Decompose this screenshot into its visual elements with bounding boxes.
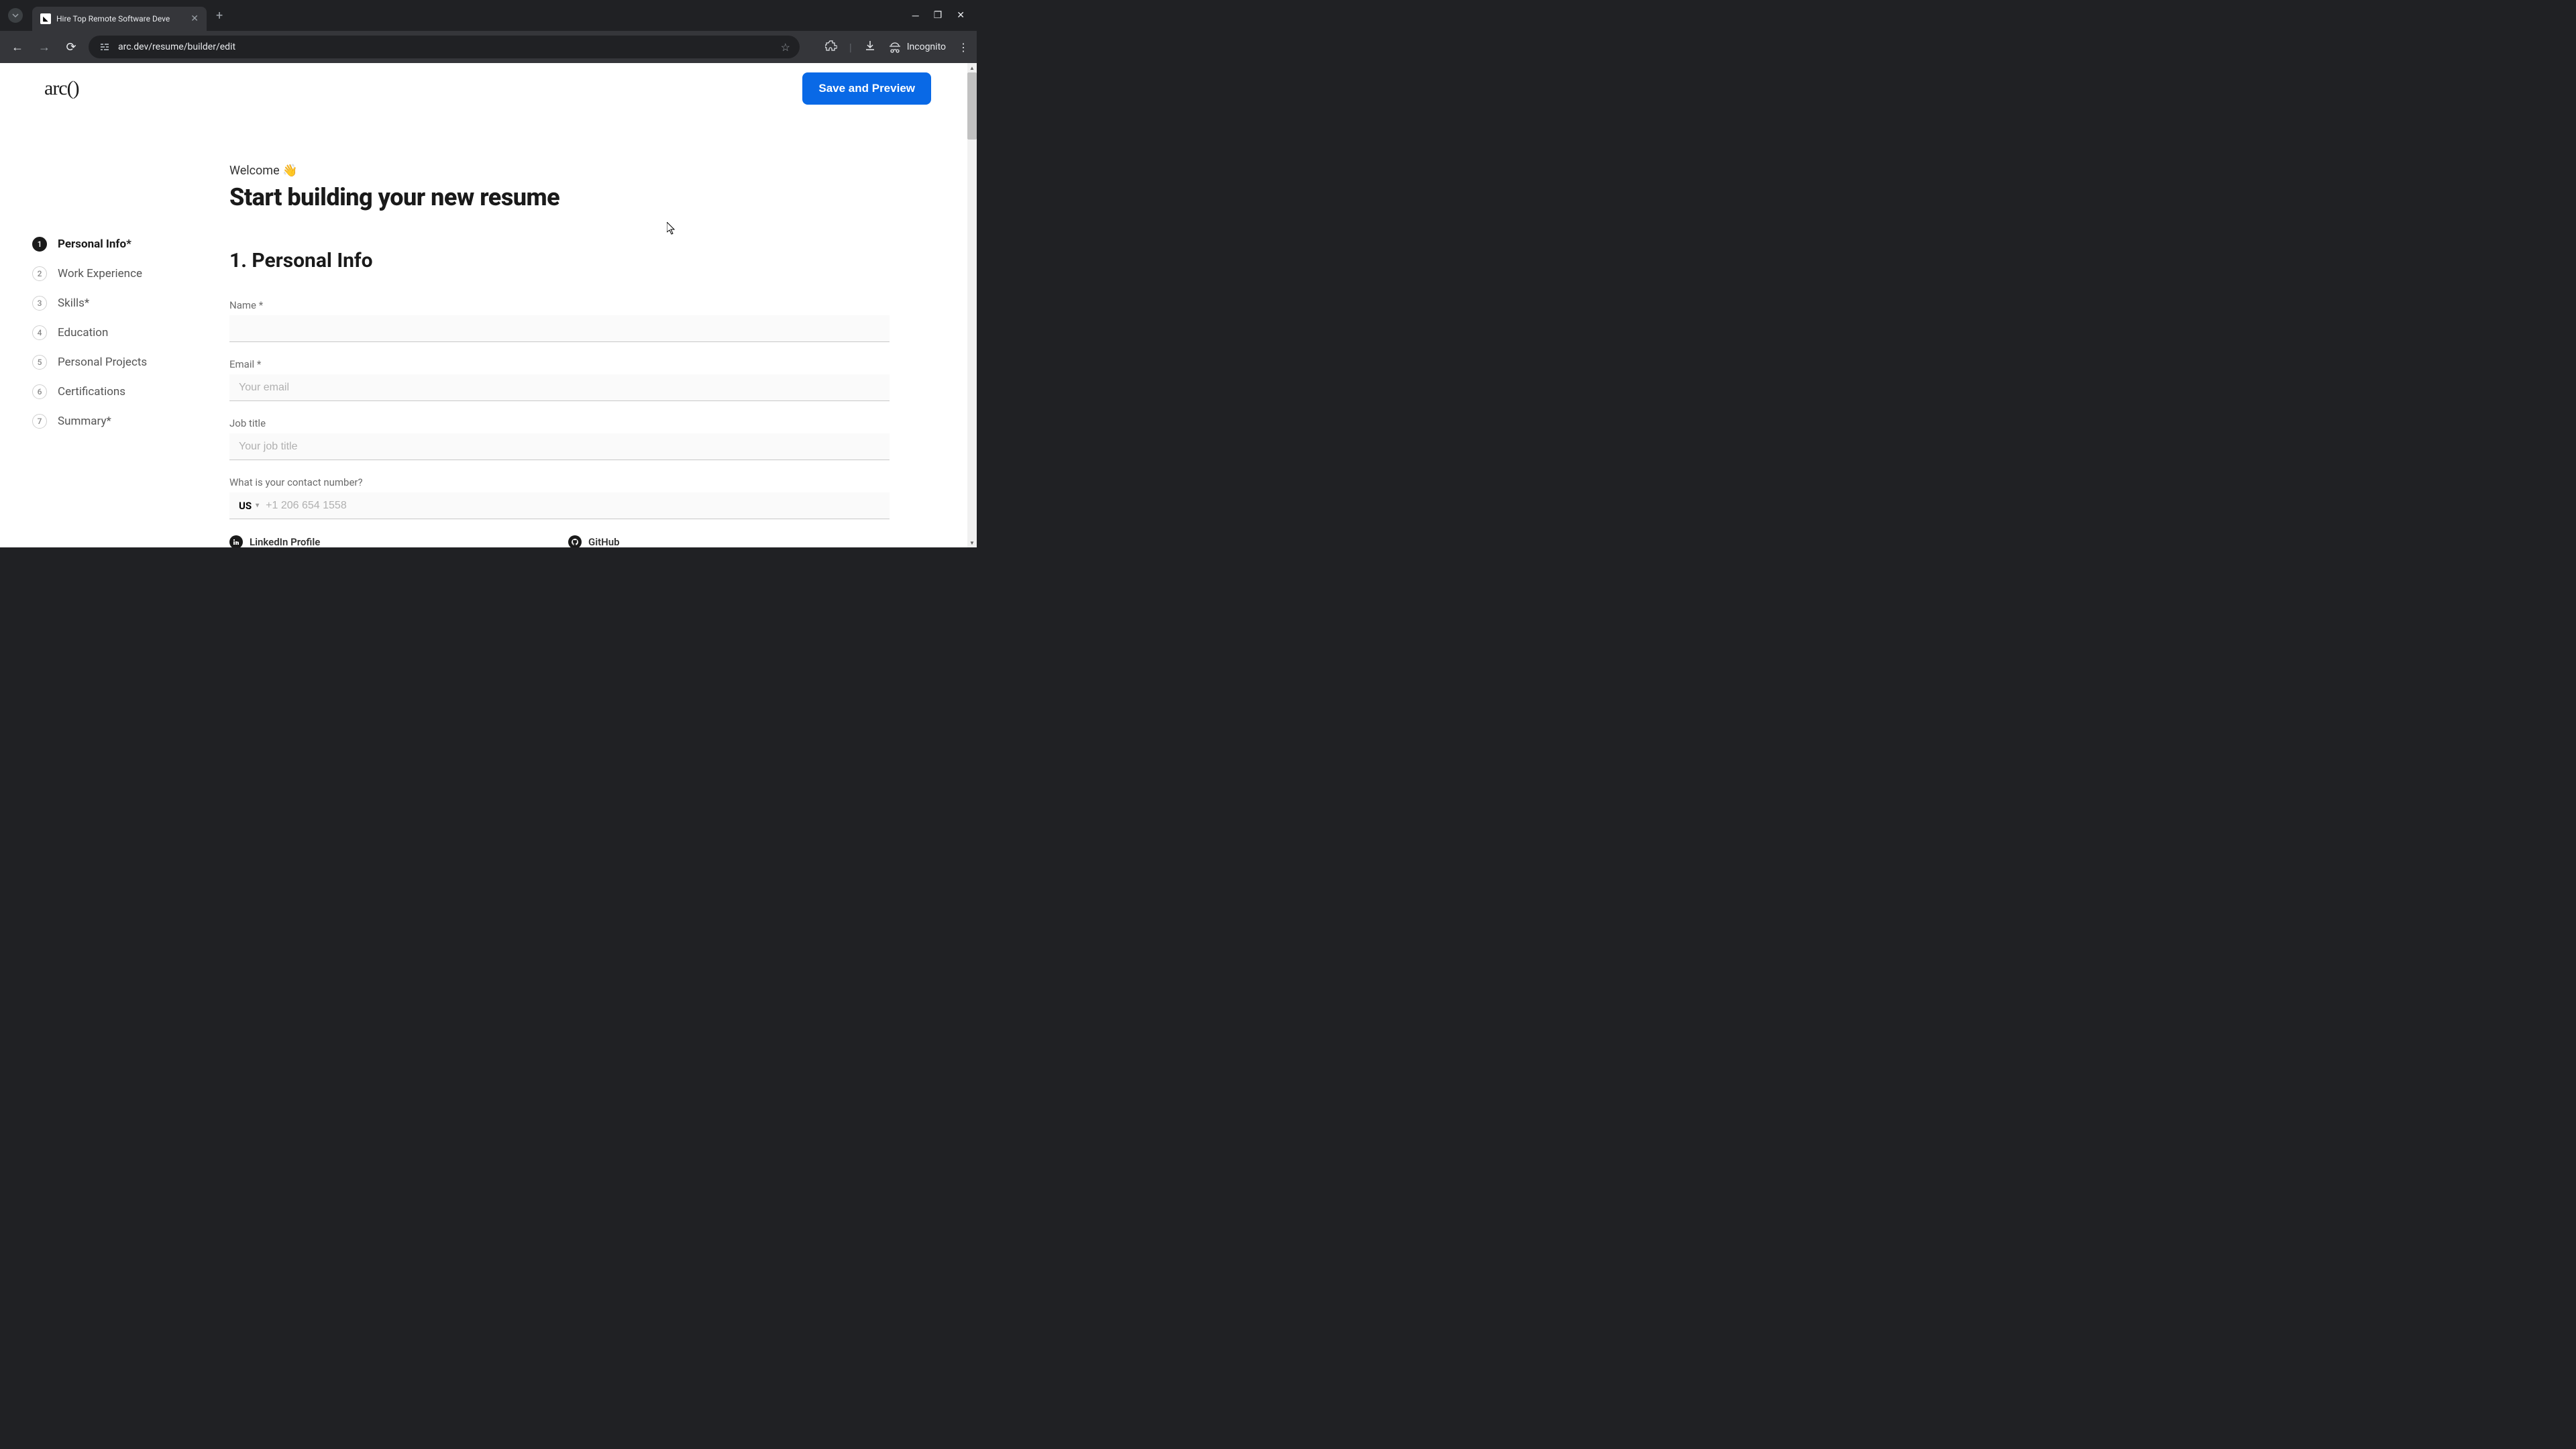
phone-row: US ▾: [229, 492, 890, 519]
app-header: arc() Save and Preview: [0, 63, 967, 105]
jobtitle-input[interactable]: [229, 433, 890, 460]
github-icon: [568, 535, 582, 547]
linkedin-icon: [229, 535, 243, 547]
reload-button[interactable]: ⟳: [62, 40, 80, 54]
save-preview-button[interactable]: Save and Preview: [802, 72, 931, 105]
step-label: Education: [58, 326, 108, 339]
email-group: Email *: [229, 358, 890, 401]
page-content: arc() Save and Preview 1 Personal Info* …: [0, 63, 977, 547]
step-label: Personal Projects: [58, 356, 147, 369]
downloads-icon[interactable]: [864, 40, 876, 54]
step-summary[interactable]: 7 Summary*: [32, 407, 201, 436]
scrollbar-thumb[interactable]: [967, 72, 977, 140]
step-education[interactable]: 4 Education: [32, 318, 201, 347]
step-number: 6: [32, 384, 47, 399]
bookmark-star-icon[interactable]: ☆: [781, 41, 790, 54]
chevron-down-icon: ▾: [256, 502, 259, 509]
step-work-experience[interactable]: 2 Work Experience: [32, 259, 201, 288]
step-label: Skills*: [58, 297, 89, 310]
minimize-button[interactable]: ─: [912, 10, 919, 21]
incognito-badge[interactable]: Incognito: [888, 40, 946, 54]
step-label: Personal Info*: [58, 237, 131, 251]
chevron-down-icon: [12, 12, 19, 19]
incognito-icon: [888, 40, 902, 54]
section-title: 1. Personal Info: [229, 249, 890, 272]
browser-toolbar: ← → ⟳ arc.dev/resume/builder/edit ☆ | In…: [0, 31, 977, 63]
welcome-text: Welcome 👋: [229, 164, 890, 178]
github-label: GitHub: [588, 536, 620, 547]
tab-favicon: ◣: [40, 13, 51, 24]
linkedin-group: LinkedIn Profile: [229, 535, 551, 547]
name-input[interactable]: [229, 315, 890, 342]
step-label: Summary*: [58, 415, 111, 428]
step-number: 2: [32, 266, 47, 281]
email-input[interactable]: [229, 374, 890, 401]
scroll-up-arrow[interactable]: ▲: [967, 63, 977, 72]
site-settings-icon[interactable]: [98, 40, 111, 54]
incognito-label: Incognito: [907, 42, 946, 52]
step-label: Work Experience: [58, 267, 142, 280]
steps-sidebar: 1 Personal Info* 2 Work Experience 3 Ski…: [0, 105, 201, 547]
phone-input[interactable]: [266, 492, 890, 519]
page-title: Start building your new resume: [229, 183, 890, 211]
step-number: 4: [32, 325, 47, 340]
jobtitle-group: Job title: [229, 417, 890, 460]
linkedin-label-row: LinkedIn Profile: [229, 535, 551, 547]
name-label: Name *: [229, 299, 890, 311]
menu-icon[interactable]: ⋮: [958, 41, 969, 54]
browser-tab[interactable]: ◣ Hire Top Remote Software Deve ✕: [32, 7, 207, 31]
arc-logo[interactable]: arc(): [44, 77, 79, 100]
profile-links-row: LinkedIn Profile GitHub: [229, 535, 890, 547]
titlebar: ◣ Hire Top Remote Software Deve ✕ + ─ ❐ …: [0, 0, 977, 31]
github-label-row: GitHub: [568, 535, 890, 547]
forward-button[interactable]: →: [35, 40, 54, 54]
phone-label: What is your contact number?: [229, 476, 890, 488]
back-button[interactable]: ←: [8, 40, 27, 54]
email-label: Email *: [229, 358, 890, 370]
step-number: 5: [32, 355, 47, 370]
github-group: GitHub: [568, 535, 890, 547]
close-window-button[interactable]: ✕: [957, 10, 965, 21]
address-bar[interactable]: arc.dev/resume/builder/edit ☆: [89, 36, 800, 58]
step-number: 7: [32, 414, 47, 429]
tab-search-dropdown[interactable]: [8, 8, 23, 23]
step-skills[interactable]: 3 Skills*: [32, 288, 201, 318]
maximize-button[interactable]: ❐: [934, 10, 943, 21]
step-personal-projects[interactable]: 5 Personal Projects: [32, 347, 201, 377]
form-area: Welcome 👋 Start building your new resume…: [201, 105, 967, 547]
url-text: arc.dev/resume/builder/edit: [118, 42, 774, 52]
step-number: 3: [32, 296, 47, 311]
linkedin-label: LinkedIn Profile: [250, 536, 320, 547]
step-personal-info[interactable]: 1 Personal Info*: [32, 229, 201, 259]
name-group: Name *: [229, 299, 890, 342]
step-label: Certifications: [58, 385, 125, 398]
new-tab-button[interactable]: +: [216, 9, 223, 23]
step-number: 1: [32, 237, 47, 252]
jobtitle-label: Job title: [229, 417, 890, 429]
phone-country-select[interactable]: US ▾: [229, 500, 266, 512]
scroll-down-arrow[interactable]: ▼: [967, 538, 977, 547]
tab-close-button[interactable]: ✕: [191, 13, 199, 24]
toolbar-separator: |: [849, 41, 852, 54]
phone-country-code: US: [239, 500, 252, 512]
step-certifications[interactable]: 6 Certifications: [32, 377, 201, 407]
tab-title: Hire Top Remote Software Deve: [56, 14, 185, 23]
phone-group: What is your contact number? US ▾: [229, 476, 890, 519]
extensions-icon[interactable]: [825, 40, 837, 54]
